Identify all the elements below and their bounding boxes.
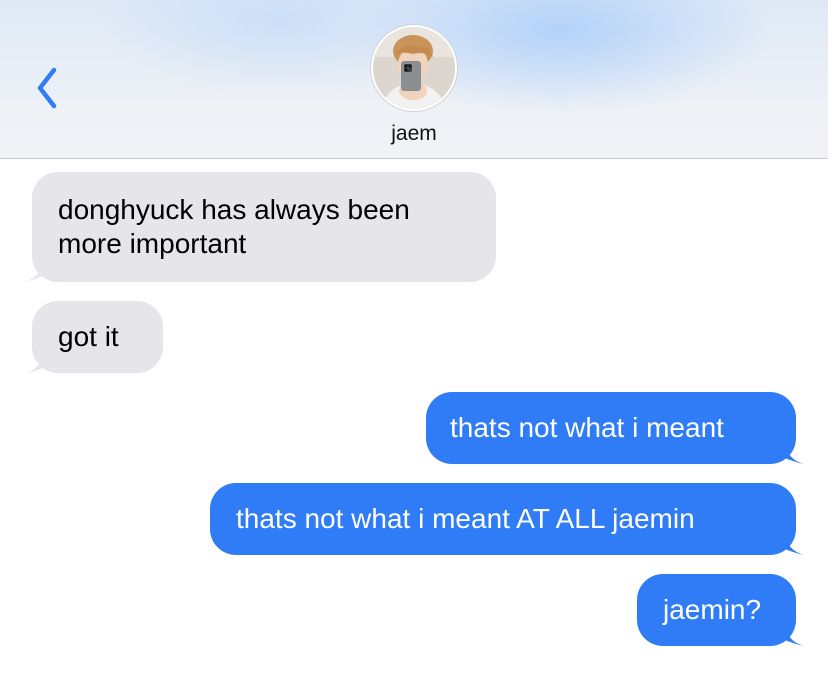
chevron-left-icon [37, 67, 57, 109]
conversation-header: jaem [0, 0, 828, 159]
message-bubble-incoming[interactable]: donghyuck has always been more important [32, 172, 496, 282]
message-bubble-outgoing[interactable]: jaemin? [637, 574, 796, 646]
message-bubble-outgoing[interactable]: thats not what i meant AT ALL jaemin [210, 483, 796, 555]
contact-photo [373, 27, 455, 109]
avatar[interactable] [371, 25, 457, 111]
contact-name[interactable]: jaem [0, 122, 828, 146]
message-bubble-incoming[interactable]: got it [32, 301, 163, 373]
back-button[interactable] [28, 64, 68, 112]
message-bubble-outgoing[interactable]: thats not what i meant [426, 392, 796, 464]
